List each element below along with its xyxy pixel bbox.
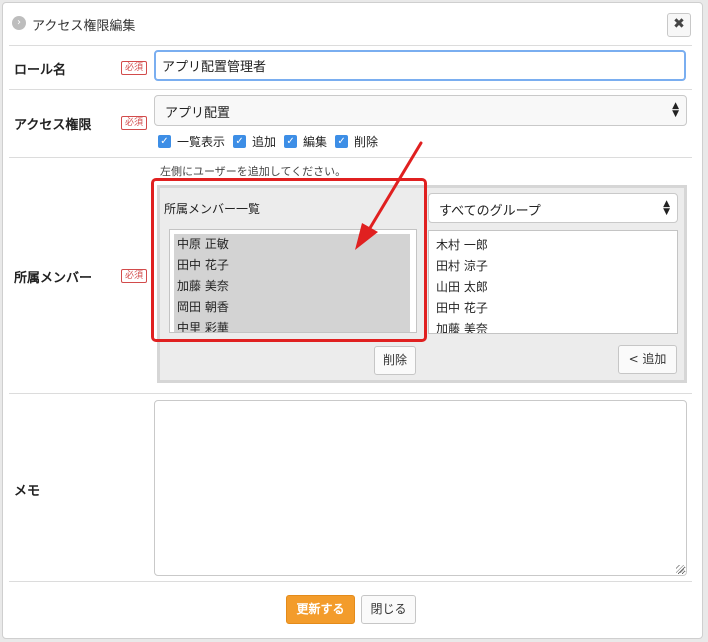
permission-delete-checkbox[interactable]: ✓ 削除 (335, 133, 378, 150)
required-badge: 必須 (121, 116, 147, 130)
checkmark-icon: ✓ (335, 134, 349, 148)
memo-label: メモ (14, 484, 41, 499)
close-dialog-button[interactable]: 閉じる (361, 595, 416, 624)
list-item[interactable]: 田中 花子 (433, 298, 677, 319)
select-value: アプリ配置 (165, 106, 231, 121)
permission-checkboxes: ✓ 一覧表示 ✓ 追加 ✓ 編集 ✓ 削除 (158, 133, 386, 149)
updown-caret-icon: ▲ ▼ (672, 101, 679, 119)
role-name-input[interactable] (154, 50, 686, 81)
list-item[interactable]: 木村 一郎 (433, 235, 677, 256)
access-permission-select[interactable]: アプリ配置 ▲ ▼ (154, 95, 687, 126)
list-item[interactable]: 加藤 美奈 (433, 319, 677, 333)
permission-add-checkbox[interactable]: ✓ 追加 (233, 133, 276, 150)
members-label: 所属メンバー (14, 271, 93, 286)
available-users-listbox[interactable]: 木村 一郎 田村 涼子 山田 太郎 田中 花子 加藤 美奈 (428, 230, 678, 334)
members-hint: 左側にユーザーを追加してください。 (160, 165, 347, 178)
role-name-label: ロール名 (14, 63, 67, 78)
resize-grip-icon[interactable] (676, 565, 684, 573)
divider (9, 581, 692, 582)
close-button[interactable]: ✖ (667, 13, 691, 37)
dialog-title: アクセス権限編集 (32, 19, 136, 34)
divider (9, 45, 692, 46)
updown-caret-icon: ▲ ▼ (663, 199, 670, 217)
select-value: すべてのグループ (439, 204, 541, 219)
permission-edit-checkbox[interactable]: ✓ 編集 (284, 133, 327, 150)
memo-textarea[interactable] (154, 400, 687, 576)
access-permission-label: アクセス権限 (14, 118, 92, 133)
divider (9, 89, 692, 90)
group-filter-select[interactable]: すべてのグループ ▲ ▼ (428, 193, 678, 223)
add-member-button[interactable]: < 追加 (618, 345, 677, 374)
divider (9, 157, 692, 158)
list-item[interactable]: 山田 太郎 (433, 277, 677, 298)
annotation-highlight-box (151, 178, 427, 342)
remove-member-button[interactable]: 削除 (374, 346, 416, 375)
divider (9, 393, 692, 394)
list-item[interactable]: 田村 涼子 (433, 256, 677, 277)
update-button[interactable]: 更新する (286, 595, 355, 624)
checkmark-icon: ✓ (233, 134, 247, 148)
permission-list-checkbox[interactable]: ✓ 一覧表示 (158, 133, 225, 150)
checkmark-icon: ✓ (158, 134, 171, 148)
dialog-titlebar: › アクセス権限編集 ✖ (3, 3, 702, 45)
required-badge: 必須 (121, 269, 147, 283)
required-badge: 必須 (121, 61, 147, 75)
chevron-right-icon: › (12, 16, 26, 30)
checkmark-icon: ✓ (284, 134, 298, 148)
